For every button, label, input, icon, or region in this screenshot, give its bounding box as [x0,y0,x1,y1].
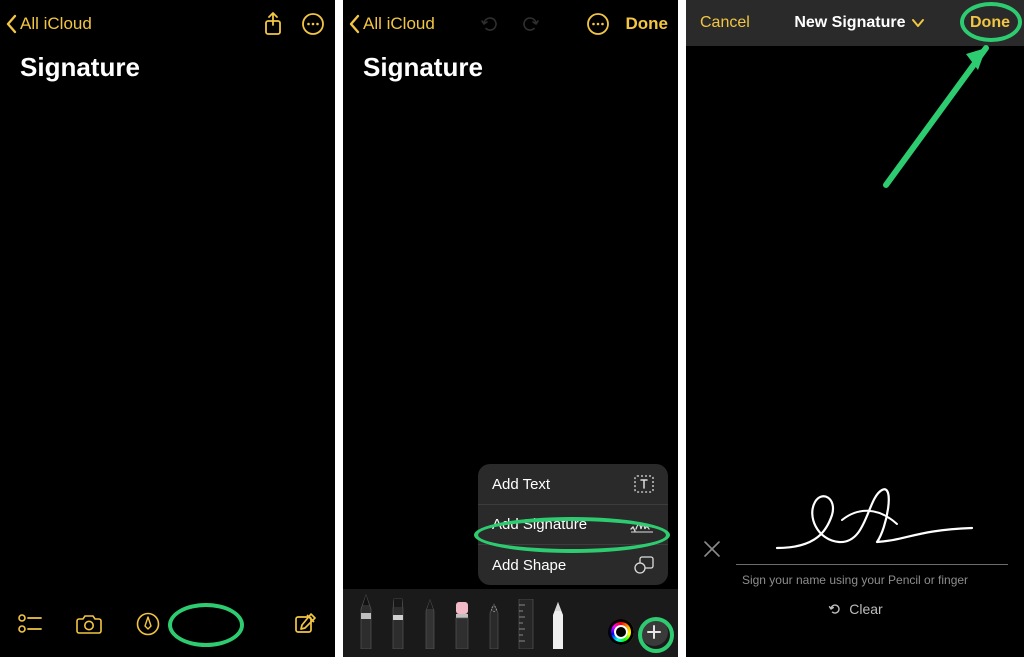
back-label: All iCloud [20,14,92,34]
panel-notes-view: All iCloud Signature [0,0,335,657]
tool-lasso[interactable] [481,603,507,649]
chevron-left-icon [349,14,361,34]
share-button[interactable] [263,12,283,36]
chevron-down-icon [911,18,925,28]
signature-canvas[interactable] [736,479,1008,565]
undo-icon [479,13,501,35]
undo-button[interactable] [479,13,501,35]
marker-tool-icon [386,597,410,649]
color-picker-button[interactable] [608,619,634,645]
toolbar-top: Cancel New Signature Done [686,0,1024,46]
markup-button[interactable] [136,612,160,636]
more-button[interactable] [586,12,610,36]
ruler-tool-icon [516,599,536,649]
checklist-icon [18,613,42,635]
signature-hint: Sign your name using your Pencil or fing… [702,573,1008,587]
compose-button[interactable] [293,612,317,636]
plus-icon [646,624,662,640]
back-button[interactable]: All iCloud [349,14,435,34]
more-button[interactable] [301,12,325,36]
redo-button[interactable] [519,13,541,35]
menu-item-label: Add Shape [492,557,566,574]
undo-arrow-icon [827,601,843,617]
signature-icon [630,517,654,533]
signature-title-label: New Signature [794,14,905,32]
camera-icon [76,613,102,635]
chevron-left-icon [6,14,18,34]
lasso-tool-icon [482,603,506,649]
pencil-tool-icon [418,599,442,649]
back-button[interactable]: All iCloud [6,14,92,34]
tool-pen[interactable] [353,593,379,649]
x-icon [702,539,722,559]
crayon-tool-icon [546,601,570,649]
toolbar-top: All iCloud [0,0,335,40]
eraser-tool-icon [450,601,474,649]
clear-button[interactable]: Clear [702,601,1008,617]
checklist-button[interactable] [18,613,42,635]
signature-title-dropdown[interactable]: New Signature [794,14,925,32]
note-title: Signature [0,40,335,83]
menu-item-add-signature[interactable]: Add Signature [478,504,668,544]
tool-ruler[interactable] [513,599,539,649]
menu-item-label: Add Signature [492,516,587,533]
add-button[interactable] [640,618,668,646]
tool-pencil[interactable] [417,599,443,649]
add-menu: Add Text Add Signature Add Shape [478,464,668,585]
redo-icon [519,13,541,35]
toolbar-bottom [0,591,335,657]
signature-area: Sign your name using your Pencil or fing… [686,479,1024,617]
menu-item-add-shape[interactable]: Add Shape [478,544,668,585]
toolbar-top: All iCloud Done [343,0,678,40]
text-box-icon [634,475,654,493]
back-label: All iCloud [363,14,435,34]
compose-icon [293,612,317,636]
ellipsis-circle-icon [301,12,325,36]
annotation-arrow [876,30,1006,190]
camera-button[interactable] [76,613,102,635]
menu-item-add-text[interactable]: Add Text [478,464,668,504]
pen-tool-icon [354,593,378,649]
panel-new-signature: Cancel New Signature Done [686,0,1024,657]
cancel-button[interactable]: Cancel [700,14,750,32]
markup-toolbar [343,589,678,657]
signature-drawing [767,480,977,564]
clear-signature-x[interactable] [702,539,722,565]
shape-icon [634,556,654,574]
tool-marker[interactable] [385,597,411,649]
ellipsis-circle-icon [586,12,610,36]
tool-crayon[interactable] [545,601,571,649]
panel-markup-mode: All iCloud Done Signatur [343,0,678,657]
done-button[interactable]: Done [970,14,1010,32]
markup-pen-icon [136,612,160,636]
menu-item-label: Add Text [492,476,550,493]
note-title: Signature [343,40,678,83]
share-icon [263,12,283,36]
tool-eraser[interactable] [449,601,475,649]
clear-label: Clear [849,601,882,617]
done-button[interactable]: Done [626,14,669,34]
